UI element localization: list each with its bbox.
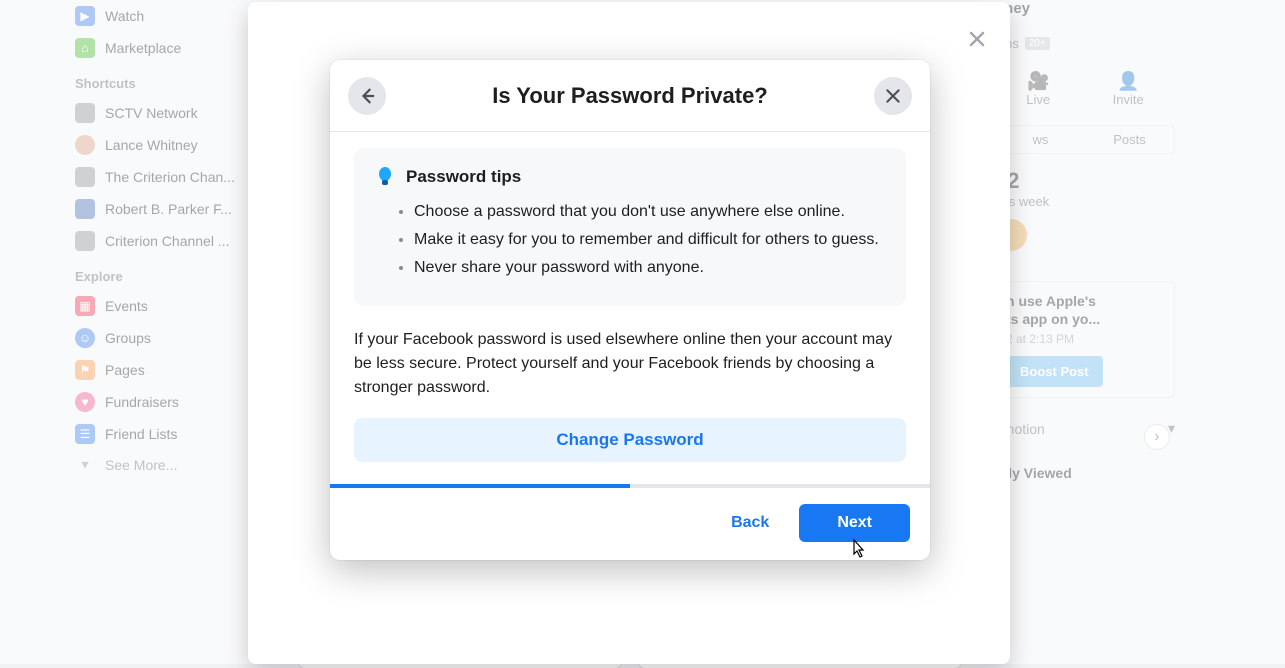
outer-close-button[interactable] xyxy=(958,20,996,58)
tips-heading-text: Password tips xyxy=(406,167,521,187)
password-warning-text: If your Facebook password is used elsewh… xyxy=(354,306,906,418)
dialog-header: Is Your Password Private? xyxy=(330,60,930,132)
footer-back-button[interactable]: Back xyxy=(717,504,783,542)
dialog-title: Is Your Password Private? xyxy=(492,83,768,109)
close-icon xyxy=(967,29,987,49)
tips-list: Choose a password that you don't use any… xyxy=(376,200,884,280)
footer-next-button[interactable]: Next xyxy=(799,504,910,542)
dialog-close-button[interactable] xyxy=(874,77,912,115)
lightbulb-icon xyxy=(376,166,394,188)
dialog-body: Password tips Choose a password that you… xyxy=(330,132,930,462)
progress-fill xyxy=(330,484,630,488)
tip-item: Choose a password that you don't use any… xyxy=(414,200,884,224)
tip-item: Make it easy for you to remember and dif… xyxy=(414,228,884,252)
progress-bar xyxy=(330,484,930,488)
arrow-left-icon xyxy=(358,87,376,105)
tips-heading-row: Password tips xyxy=(376,166,884,188)
tip-item: Never share your password with anyone. xyxy=(414,256,884,280)
close-icon xyxy=(885,88,901,104)
password-privacy-dialog: Is Your Password Private? Password tips … xyxy=(330,60,930,560)
password-tips-box: Password tips Choose a password that you… xyxy=(354,148,906,306)
dialog-back-button[interactable] xyxy=(348,77,386,115)
change-password-button[interactable]: Change Password xyxy=(354,418,906,462)
dialog-footer: Back Next xyxy=(330,488,930,560)
